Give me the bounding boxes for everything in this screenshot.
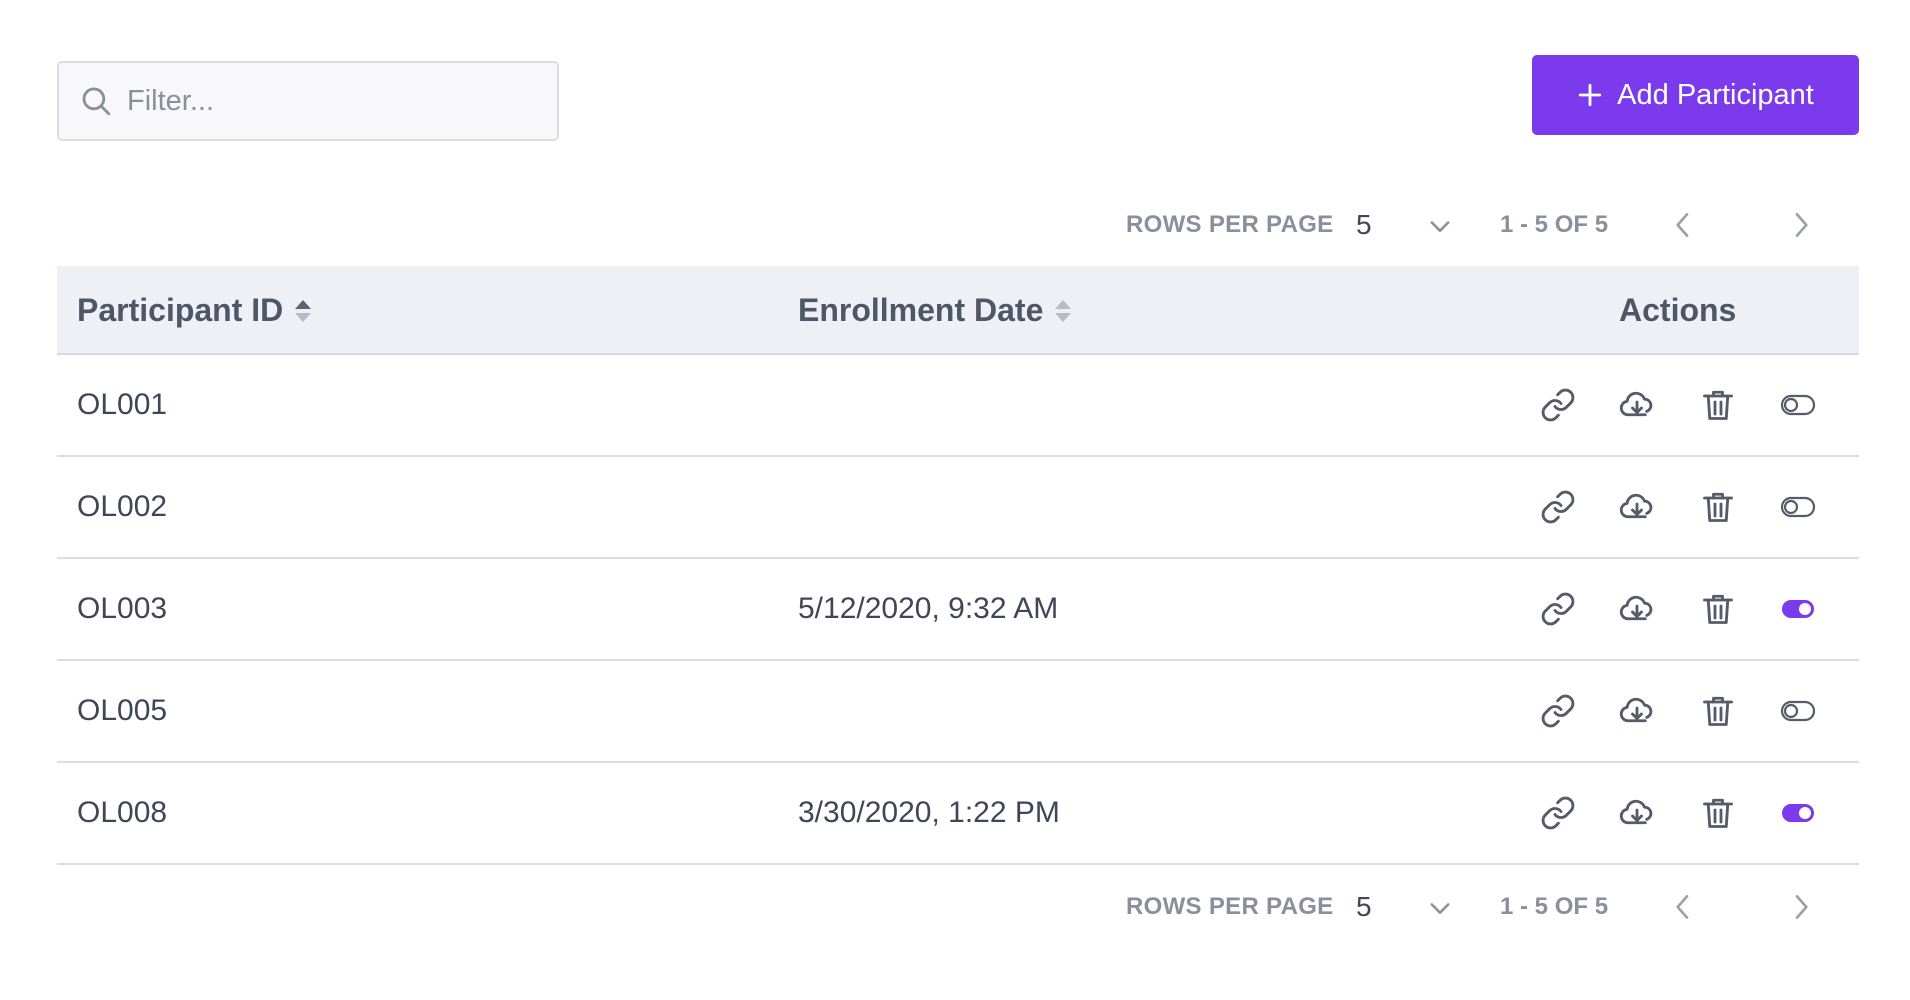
column-header-participant-id[interactable]: Participant ID [77, 266, 313, 355]
enrollment-date: 3/30/2020, 1:22 PM [798, 796, 1060, 829]
table-row: OL008 3/30/2020, 1:22 PM [57, 763, 1859, 865]
pagination-bottom: ROWS PER PAGE 5 1 - 5 OF 5 [0, 882, 1910, 932]
rows-per-page-label: ROWS PER PAGE [1126, 211, 1334, 238]
chevron-right-icon[interactable] [1785, 891, 1817, 923]
rows-per-page-label: ROWS PER PAGE [1126, 893, 1334, 920]
cloud-download-icon[interactable] [1619, 591, 1655, 627]
cloud-download-icon[interactable] [1619, 489, 1655, 525]
sort-icon [1055, 299, 1072, 322]
table-row: OL002 [57, 457, 1859, 559]
toggle-icon[interactable] [1780, 387, 1816, 423]
sort-icon [295, 299, 312, 322]
plus-icon [1578, 83, 1602, 107]
chevron-right-icon[interactable] [1785, 209, 1817, 241]
column-header-enrollment-date[interactable]: Enrollment Date [798, 266, 1073, 355]
page-range: 1 - 5 OF 5 [1500, 211, 1609, 238]
table-header: Participant ID Enrollment Date Actions [57, 266, 1859, 355]
chevron-left-icon[interactable] [1667, 209, 1699, 241]
link-icon[interactable] [1540, 591, 1576, 627]
participants-table: Participant ID Enrollment Date Actions O… [57, 266, 1859, 865]
trash-icon[interactable] [1700, 489, 1736, 525]
trash-icon[interactable] [1700, 387, 1736, 423]
rows-per-page-value: 5 [1356, 209, 1372, 240]
cloud-download-icon[interactable] [1619, 387, 1655, 423]
chevron-down-icon [1430, 903, 1450, 914]
link-icon[interactable] [1540, 387, 1576, 423]
add-participant-button[interactable]: Add Participant [1532, 55, 1859, 135]
add-participant-label: Add Participant [1617, 78, 1814, 111]
chevron-left-icon[interactable] [1667, 891, 1699, 923]
rows-per-page-select[interactable]: 5 [1350, 200, 1474, 250]
table-row: OL001 [57, 355, 1859, 457]
table-row: OL005 [57, 661, 1859, 763]
trash-icon[interactable] [1700, 693, 1736, 729]
column-label-actions: Actions [1619, 292, 1737, 328]
participant-id: OL005 [77, 694, 168, 727]
table-body: OL001 OL002 OL003 5/12/2020, 9:32 AM OL0… [57, 355, 1859, 865]
trash-icon[interactable] [1700, 795, 1736, 831]
participant-id: OL008 [77, 796, 168, 829]
rows-per-page-select[interactable]: 5 [1350, 882, 1474, 932]
filter-field[interactable] [57, 61, 559, 141]
link-icon[interactable] [1540, 795, 1576, 831]
participant-id: OL001 [77, 388, 168, 421]
pagination-top: ROWS PER PAGE 5 1 - 5 OF 5 [0, 200, 1910, 250]
page-range: 1 - 5 OF 5 [1500, 893, 1609, 920]
column-label-participant-id: Participant ID [77, 292, 284, 328]
column-label-enrollment-date: Enrollment Date [798, 292, 1044, 328]
toggle-icon[interactable] [1780, 795, 1816, 831]
toggle-icon[interactable] [1780, 693, 1816, 729]
participant-id: OL002 [77, 490, 168, 523]
table-row: OL003 5/12/2020, 9:32 AM [57, 559, 1859, 661]
cloud-download-icon[interactable] [1619, 795, 1655, 831]
rows-per-page-value: 5 [1356, 891, 1372, 922]
link-icon[interactable] [1540, 693, 1576, 729]
filter-input[interactable] [127, 84, 527, 118]
search-icon [82, 87, 111, 116]
enrollment-date: 5/12/2020, 9:32 AM [798, 592, 1059, 625]
chevron-down-icon [1430, 221, 1450, 232]
trash-icon[interactable] [1700, 591, 1736, 627]
toggle-icon[interactable] [1780, 591, 1816, 627]
link-icon[interactable] [1540, 489, 1576, 525]
participant-id: OL003 [77, 592, 168, 625]
toggle-icon[interactable] [1780, 489, 1816, 525]
cloud-download-icon[interactable] [1619, 693, 1655, 729]
column-header-actions: Actions [1619, 266, 1736, 355]
